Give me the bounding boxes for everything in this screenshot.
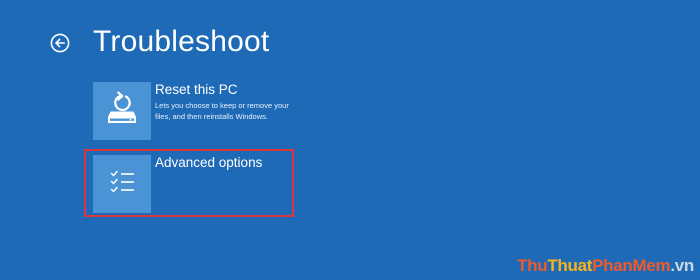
back-button[interactable] <box>50 33 70 53</box>
page-title: Troubleshoot <box>93 25 270 58</box>
site-watermark: ThuThuatPhanMem.vn <box>517 256 694 276</box>
watermark-part: PhanMem <box>592 256 671 275</box>
option-description: Lets you choose to keep or remove your f… <box>155 101 289 121</box>
back-arrow-circle-icon <box>50 33 70 53</box>
troubleshoot-screen: Troubleshoot Reset this PC Lets you choo… <box>0 0 700 280</box>
option-title: Reset this PC <box>155 82 238 97</box>
watermark-part: Thu <box>517 256 548 275</box>
watermark-part: Thuat <box>547 256 593 275</box>
watermark-part: .vn <box>670 256 694 275</box>
reset-this-pc-option[interactable]: Reset this PC Lets you choose to keep or… <box>93 82 303 140</box>
reset-pc-icon <box>93 82 151 140</box>
highlight-annotation-box <box>84 149 294 217</box>
